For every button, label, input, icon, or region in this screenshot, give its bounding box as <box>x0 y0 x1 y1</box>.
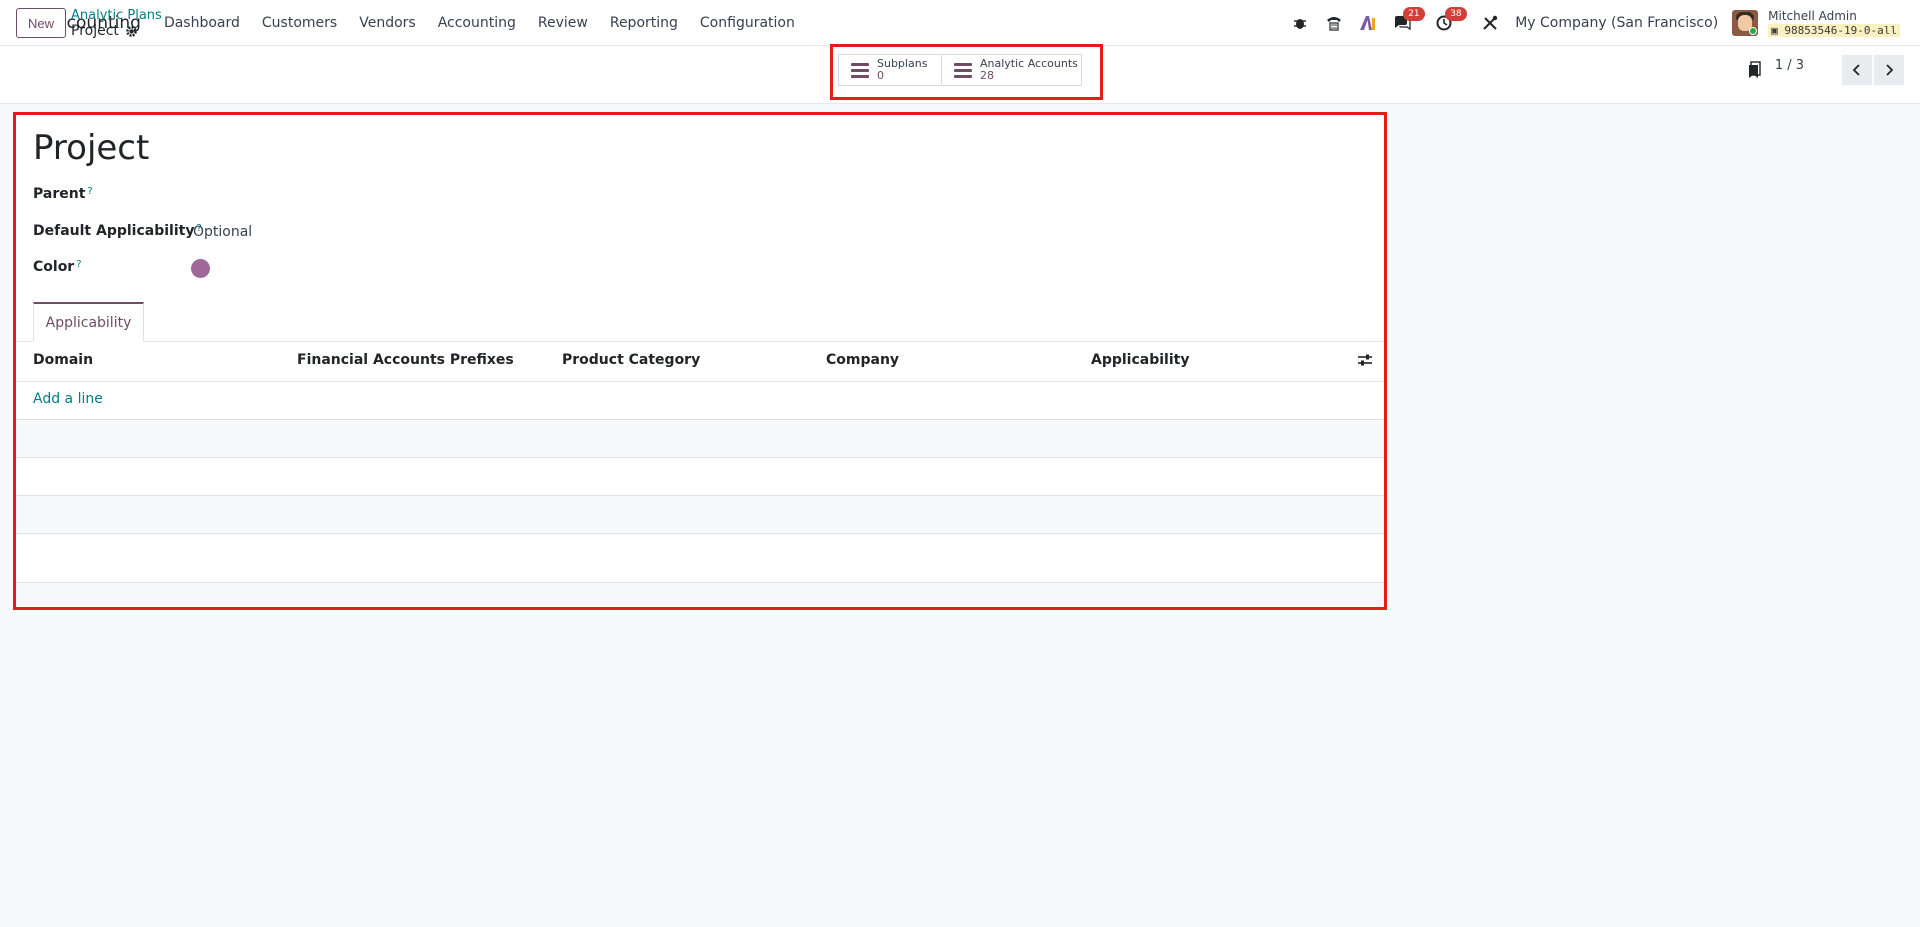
tools-icon[interactable] <box>1479 12 1501 34</box>
column-applicability[interactable]: Applicability <box>1091 352 1189 368</box>
menu-accounting[interactable]: Accounting <box>427 15 527 31</box>
ai-assistant-icon[interactable] <box>1357 12 1379 34</box>
systray: 21 38 My Company (San Francisco) Mitchel… <box>1283 0 1920 46</box>
parent-label: Parent? <box>33 186 93 202</box>
table-row <box>16 420 1384 457</box>
new-button[interactable]: New <box>16 8 66 38</box>
phone-icon[interactable] <box>1323 12 1345 34</box>
list-icon <box>954 62 972 78</box>
analytic-accounts-smart-button[interactable]: Analytic Accounts 28 <box>941 54 1082 86</box>
user-name: Mitchell Admin <box>1768 8 1857 23</box>
table-row <box>16 458 1384 495</box>
column-domain[interactable]: Domain <box>33 352 93 368</box>
company-switcher[interactable]: My Company (San Francisco) <box>1515 15 1718 31</box>
color-help-tooltip[interactable]: ? <box>76 259 81 270</box>
menu-reporting[interactable]: Reporting <box>599 15 689 31</box>
online-status-dot <box>1749 27 1758 35</box>
breadcrumb-analytic-plans[interactable]: Analytic Plans <box>71 8 162 23</box>
activity-clock-icon[interactable]: 38 <box>1433 7 1467 34</box>
table-row <box>16 496 1384 533</box>
messages-icon[interactable]: 21 <box>1391 7 1425 34</box>
menu-review[interactable]: Review <box>527 15 599 31</box>
column-product-category[interactable]: Product Category <box>562 352 700 368</box>
chevron-left-icon <box>1852 64 1860 76</box>
parent-help-tooltip[interactable]: ? <box>87 186 92 197</box>
optional-columns-icon[interactable] <box>1357 353 1373 367</box>
pager-value[interactable]: 1 / 3 <box>1775 58 1804 73</box>
header-divider <box>16 381 1384 382</box>
chevron-right-icon <box>1886 64 1894 76</box>
default-applicability-value[interactable]: Optional <box>193 224 252 240</box>
user-avatar[interactable] <box>1732 10 1759 36</box>
top-navbar: Accounting Dashboard Customers Vendors A… <box>0 0 1920 46</box>
tab-applicability[interactable]: Applicability <box>33 302 144 342</box>
plan-name-title[interactable]: Project <box>33 128 149 168</box>
activities-badge: 38 <box>1445 7 1467 21</box>
user-menu[interactable]: Mitchell Admin ▣ 98853546-19-0-all <box>1768 9 1900 38</box>
database-name: ▣ 98853546-19-0-all <box>1768 23 1900 37</box>
list-icon <box>851 62 869 78</box>
pager-next-button[interactable] <box>1874 55 1904 85</box>
menu-customers[interactable]: Customers <box>251 15 348 31</box>
gear-icon[interactable] <box>125 25 138 38</box>
table-row <box>16 534 1384 582</box>
column-financial-accounts-prefixes[interactable]: Financial Accounts Prefixes <box>297 352 514 368</box>
breadcrumb-current: Project <box>71 23 138 39</box>
pager-previous-button[interactable] <box>1842 55 1872 85</box>
bookmark-icon[interactable] <box>1748 61 1762 79</box>
debug-bug-icon[interactable] <box>1289 12 1311 34</box>
add-a-line-link[interactable]: Add a line <box>33 391 103 407</box>
messages-badge: 21 <box>1403 7 1425 21</box>
main-menu: Dashboard Customers Vendors Accounting R… <box>153 15 806 31</box>
color-picker[interactable] <box>191 259 210 278</box>
table-row <box>16 583 1384 607</box>
menu-configuration[interactable]: Configuration <box>689 15 806 31</box>
subplans-smart-button[interactable]: Subplans 0 <box>838 54 942 86</box>
column-company[interactable]: Company <box>826 352 899 368</box>
tabs-divider <box>16 341 1384 342</box>
breadcrumb-current-label: Project <box>71 23 119 39</box>
menu-dashboard[interactable]: Dashboard <box>153 15 251 31</box>
default-applicability-label: Default Applicability? <box>33 223 202 239</box>
color-label: Color? <box>33 259 82 275</box>
menu-vendors[interactable]: Vendors <box>348 15 426 31</box>
